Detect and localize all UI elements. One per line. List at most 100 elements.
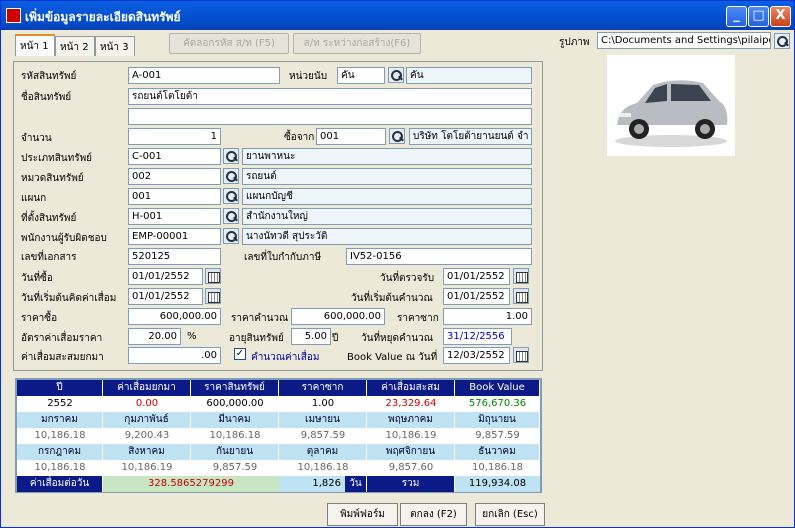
buy-from-label: ซื้อจาก	[284, 132, 315, 143]
jan-value: 10,186.18	[34, 430, 86, 441]
ok-button[interactable]: ตกลง (F2)	[400, 503, 467, 526]
type-code-field[interactable]: C-001	[128, 148, 221, 165]
month-jun: มิถุนายน	[455, 412, 540, 428]
vendor-code-field[interactable]: 001	[316, 128, 386, 145]
col-asset-price: ราคาสินทรัพย์	[191, 380, 279, 396]
month-mar: มีนาคม	[191, 412, 279, 428]
calc-start-label: วันที่เริ่มต้นคำนวณ	[351, 293, 433, 304]
employee-lookup-icon[interactable]	[223, 228, 239, 244]
copy-code-button[interactable]: คัดลอกรหัส ส/ท (F5)	[169, 33, 289, 54]
asset-name-field[interactable]: รถยนต์โตโยต้า	[128, 88, 532, 105]
department-name-field: แผนกบัญชี	[242, 188, 532, 205]
tab-page-2[interactable]: หน้า 2	[55, 36, 95, 56]
month-sep: กันยายน	[191, 444, 279, 460]
dep-start-label: วันที่เริ่มต้นคิดค่าเสื่อม	[21, 293, 117, 304]
type-lookup-icon[interactable]	[223, 148, 239, 164]
aug-value: 10,186.19	[121, 462, 173, 473]
location-lookup-icon[interactable]	[223, 208, 239, 224]
check-date-field[interactable]: 01/01/2552	[443, 268, 510, 285]
buy-date-calendar-icon[interactable]	[205, 268, 221, 284]
opening-dep-value: 0.00	[135, 398, 159, 409]
asset-code-field[interactable]: A-001	[128, 67, 280, 84]
department-label: แผนก	[21, 193, 47, 204]
category-code-field[interactable]: 002	[128, 168, 221, 185]
asset-life-field[interactable]: 5.00	[291, 328, 331, 345]
oct-value: 10,186.18	[297, 462, 349, 473]
per-day-value: 328.5865279299	[103, 476, 279, 492]
dep-rate-field[interactable]: 20.00	[128, 328, 181, 345]
qty-label: จำนวน	[21, 133, 52, 144]
month-may: พฤษภาคม	[367, 412, 455, 428]
cancel-button[interactable]: ยกเลิก (Esc)	[475, 503, 545, 526]
print-form-button[interactable]: พิมพ์ฟอร์ม	[327, 503, 398, 526]
asset-price-value: 600,000.00	[206, 398, 264, 409]
month-dec: ธันวาคม	[455, 444, 540, 460]
book-value-calendar-icon[interactable]	[513, 347, 529, 363]
calc-start-field[interactable]: 01/01/2552	[443, 288, 510, 305]
asset-name2-field[interactable]	[128, 108, 532, 125]
employee-code-field[interactable]: EMP-00001	[128, 228, 221, 245]
book-value-date-field[interactable]: 12/03/2552	[443, 347, 510, 364]
salvage-field[interactable]: 1.00	[443, 308, 532, 325]
month-jul: กรกฎาคม	[17, 444, 103, 460]
stop-date-field[interactable]: 31/12/2556	[443, 328, 512, 345]
image-label: รูปภาพ	[559, 37, 590, 48]
calc-start-calendar-icon[interactable]	[513, 288, 529, 304]
category-name-field: รถยนต์	[242, 168, 532, 185]
location-label: ที่ตั้งสินทรัพย์	[21, 213, 77, 224]
col-opening-dep: ค่าเสื่อมยกมา	[103, 380, 191, 396]
vendor-lookup-icon[interactable]	[389, 128, 405, 144]
jun-value: 9,857.59	[475, 430, 520, 441]
acc-dep-label: ค่าเสื่อมสะสมยกมา	[21, 352, 104, 363]
apr-value: 9,857.59	[300, 430, 346, 441]
qty-field[interactable]: 1	[128, 128, 221, 145]
days-value: 1,826	[279, 476, 345, 492]
employee-name-field: นางนัทวดี สุประวัติ	[242, 228, 532, 245]
unit-label: หน่วยนับ	[289, 71, 328, 82]
asset-name-label: ชื่อสินทรัพย์	[21, 92, 72, 103]
unit-lookup-icon[interactable]	[388, 67, 404, 83]
category-lookup-icon[interactable]	[223, 168, 239, 184]
feb-value: 9,200.43	[124, 430, 170, 441]
department-code-field[interactable]: 001	[128, 188, 221, 205]
check-date-label: วันที่ตรวจรับ	[380, 273, 435, 284]
nov-value: 9,857.60	[388, 462, 434, 473]
year-value: 2552	[47, 398, 73, 409]
maximize-button[interactable]: □	[748, 6, 769, 27]
browse-image-icon[interactable]	[774, 33, 790, 49]
tab-page-3[interactable]: หน้า 3	[95, 36, 135, 56]
window: เพิ่มข้อมูลรายละเอียดสินทรัพย์ _ □ X หน้…	[0, 0, 795, 528]
tab-page-1[interactable]: หน้า 1	[15, 34, 55, 56]
under-construction-button[interactable]: ส/ท ระหว่างก่อสร้าง(F6)	[293, 33, 421, 54]
tax-invoice-field[interactable]: IV52-0156	[346, 248, 532, 265]
salvage-label: ราคาซาก	[397, 313, 439, 324]
sep-value: 9,857.59	[212, 462, 258, 473]
month-apr: เมษายน	[279, 412, 367, 428]
month-nov: พฤศจิกายน	[367, 444, 455, 460]
acc-dep-field[interactable]: .00	[128, 347, 221, 364]
buy-date-field[interactable]: 01/01/2552	[128, 268, 203, 285]
calc-price-field[interactable]: 600,000.00	[291, 308, 385, 325]
unit-code-field[interactable]: คัน	[337, 67, 385, 84]
close-button[interactable]: X	[770, 6, 791, 27]
dep-rate-label: อัตราค่าเสื่อมราคา	[21, 333, 103, 344]
book-value-value: 576,670.36	[468, 398, 527, 409]
app-icon	[6, 8, 21, 23]
percent-sign: %	[187, 331, 197, 342]
dep-start-calendar-icon[interactable]	[205, 288, 221, 304]
image-path-field[interactable]: C:\Documents and Settings\pilaipo	[597, 32, 771, 49]
check-date-calendar-icon[interactable]	[513, 268, 529, 284]
department-lookup-icon[interactable]	[223, 188, 239, 204]
calc-dep-checkbox[interactable]: ✓	[234, 348, 246, 360]
document-no-field[interactable]: 520125	[128, 248, 221, 265]
category-label: หมวดสินทรัพย์	[21, 173, 84, 184]
location-code-field[interactable]: H-001	[128, 208, 221, 225]
calc-price-label: ราคาคำนวณ	[231, 313, 289, 324]
total-value: 119,934.08	[455, 476, 540, 492]
dep-start-field[interactable]: 01/01/2552	[128, 288, 203, 305]
month-jan: มกราคม	[17, 412, 103, 428]
dec-value: 10,186.18	[472, 462, 523, 473]
price-field[interactable]: 600,000.00	[128, 308, 221, 325]
minimize-button[interactable]: _	[726, 6, 747, 27]
unit-name-field: คัน	[406, 67, 532, 84]
